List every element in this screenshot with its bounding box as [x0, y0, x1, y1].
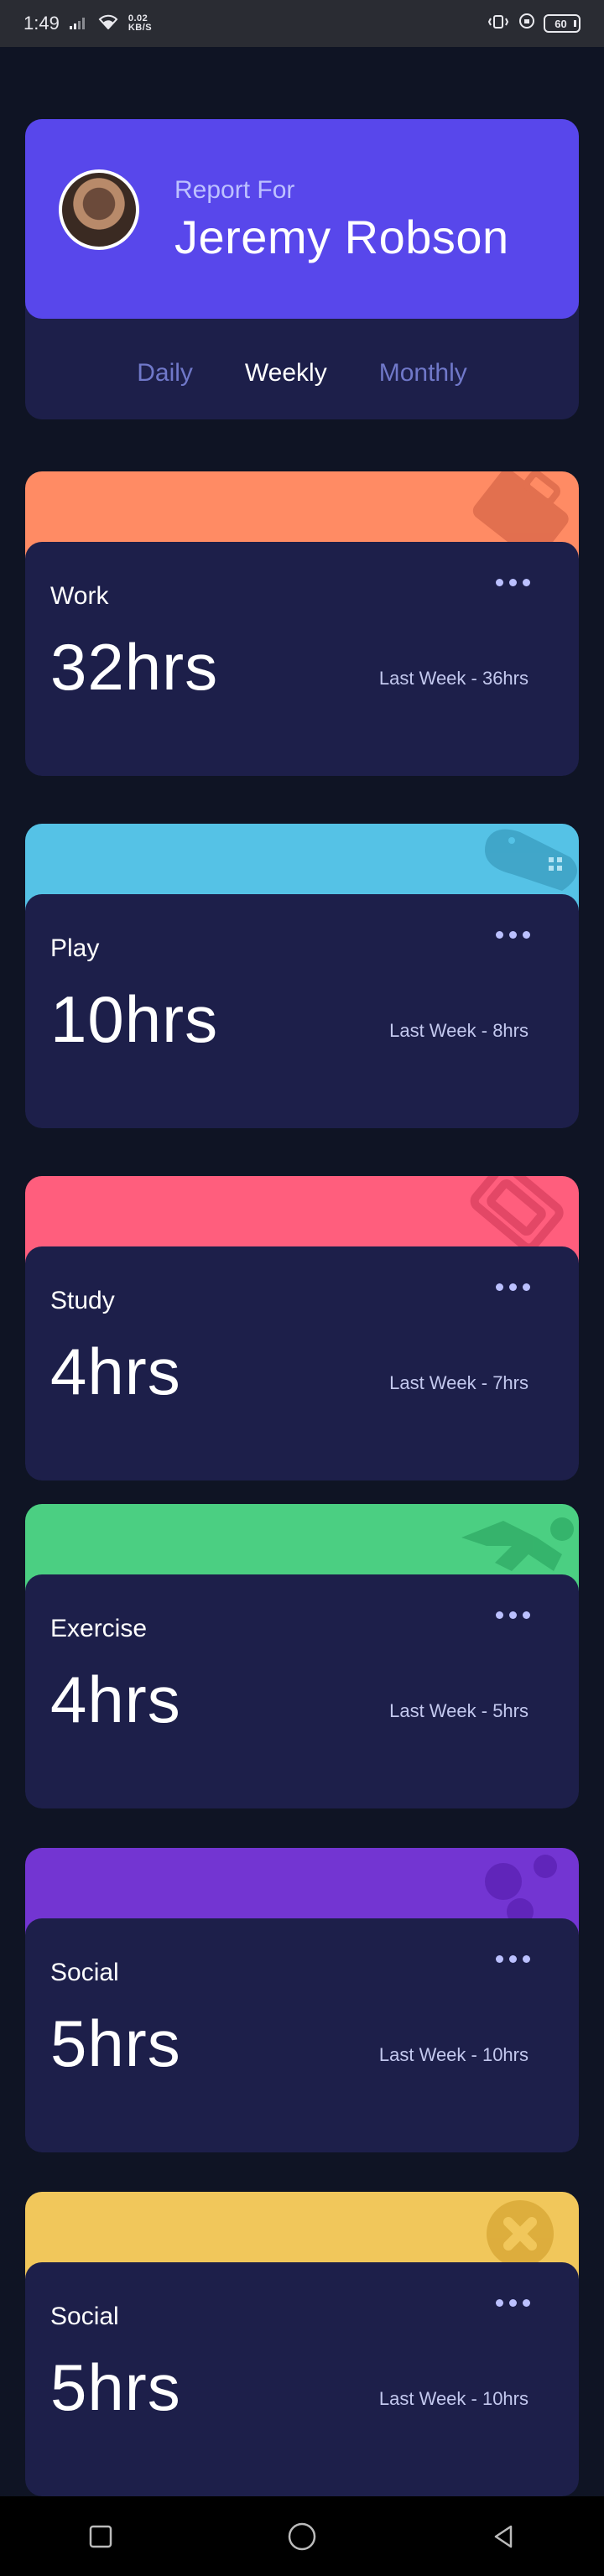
card-hours: 5hrs — [50, 2350, 181, 2424]
card-play-body[interactable]: Play 10hrs Last Week - 8hrs — [25, 894, 579, 1128]
report-for-label: Report For — [174, 176, 295, 204]
card-menu-icon[interactable] — [496, 579, 530, 586]
card-last-week: Last Week - 10hrs — [378, 2388, 528, 2409]
wifi-icon — [98, 13, 118, 34]
card-exercise: Exercise 4hrs Last Week - 5hrs — [25, 1504, 579, 1808]
card-title: Study — [50, 1287, 115, 1314]
card-hours: 5hrs — [50, 2006, 181, 2080]
vibrate-icon — [487, 13, 510, 34]
card-title: Exercise — [50, 1615, 148, 1642]
card-menu-icon[interactable] — [496, 2299, 530, 2307]
card-social-body[interactable]: Social 5hrs Last Week - 10hrs — [25, 1918, 579, 2152]
card-self-care-body[interactable]: Social 5hrs Last Week - 10hrs — [25, 2262, 579, 2496]
tab-daily[interactable]: Daily — [137, 359, 193, 388]
card-hours: 4hrs — [50, 1663, 181, 1736]
card-play: Play 10hrs Last Week - 8hrs — [25, 824, 579, 1128]
card-last-week: Last Week - 10hrs — [378, 2044, 528, 2065]
recent-apps-icon[interactable] — [76, 2511, 126, 2562]
card-hours: 32hrs — [50, 630, 219, 704]
card-last-week: Last Week - 8hrs — [389, 1020, 528, 1041]
card-last-week: Last Week - 7hrs — [389, 1372, 528, 1393]
network-speed: 0.02 KB/S — [128, 13, 153, 33]
card-last-week: Last Week - 5hrs — [389, 1700, 528, 1721]
card-social: Social 5hrs Last Week - 10hrs — [25, 1848, 579, 2152]
card-menu-icon[interactable] — [496, 1955, 530, 1963]
card-title: Play — [50, 934, 100, 962]
user-name: Jeremy Robson — [174, 211, 509, 263]
card-exercise-body[interactable]: Exercise 4hrs Last Week - 5hrs — [25, 1574, 579, 1808]
card-study-body[interactable]: Study 4hrs Last Week - 7hrs — [25, 1246, 579, 1481]
tab-weekly[interactable]: Weekly — [245, 359, 327, 388]
alarm-icon — [518, 13, 535, 34]
card-menu-icon[interactable] — [496, 1611, 530, 1619]
status-time: 1:49 — [23, 13, 60, 34]
card-hours: 4hrs — [50, 1335, 181, 1408]
tab-monthly[interactable]: Monthly — [379, 359, 467, 388]
signal-icon — [69, 13, 88, 34]
card-study: Study 4hrs Last Week - 7hrs — [25, 1176, 579, 1481]
back-icon[interactable] — [478, 2511, 528, 2562]
card-work: Work 32hrs Last Week - 36hrs — [25, 471, 579, 776]
card-menu-icon[interactable] — [496, 931, 530, 939]
status-bar: 1:49 0.02 KB/S 60 — [0, 0, 604, 47]
card-title: Work — [50, 582, 109, 610]
card-hours: 10hrs — [50, 982, 219, 1056]
battery-icon: 60 — [544, 14, 581, 33]
period-tabs: Daily Weekly Monthly — [25, 359, 579, 388]
avatar — [59, 169, 139, 250]
card-work-body[interactable]: Work 32hrs Last Week - 36hrs — [25, 542, 579, 776]
card-self-care: Social 5hrs Last Week - 10hrs — [25, 2192, 579, 2496]
profile-header: Report For Jeremy Robson — [25, 119, 579, 319]
card-last-week: Last Week - 36hrs — [378, 668, 528, 689]
card-menu-icon[interactable] — [496, 1283, 530, 1291]
card-title: Social — [50, 2303, 119, 2330]
profile-card: Report For Jeremy Robson Daily Weekly Mo… — [25, 119, 579, 419]
home-icon[interactable] — [277, 2511, 327, 2562]
card-title: Social — [50, 1959, 119, 1986]
system-nav-bar — [0, 2496, 604, 2576]
